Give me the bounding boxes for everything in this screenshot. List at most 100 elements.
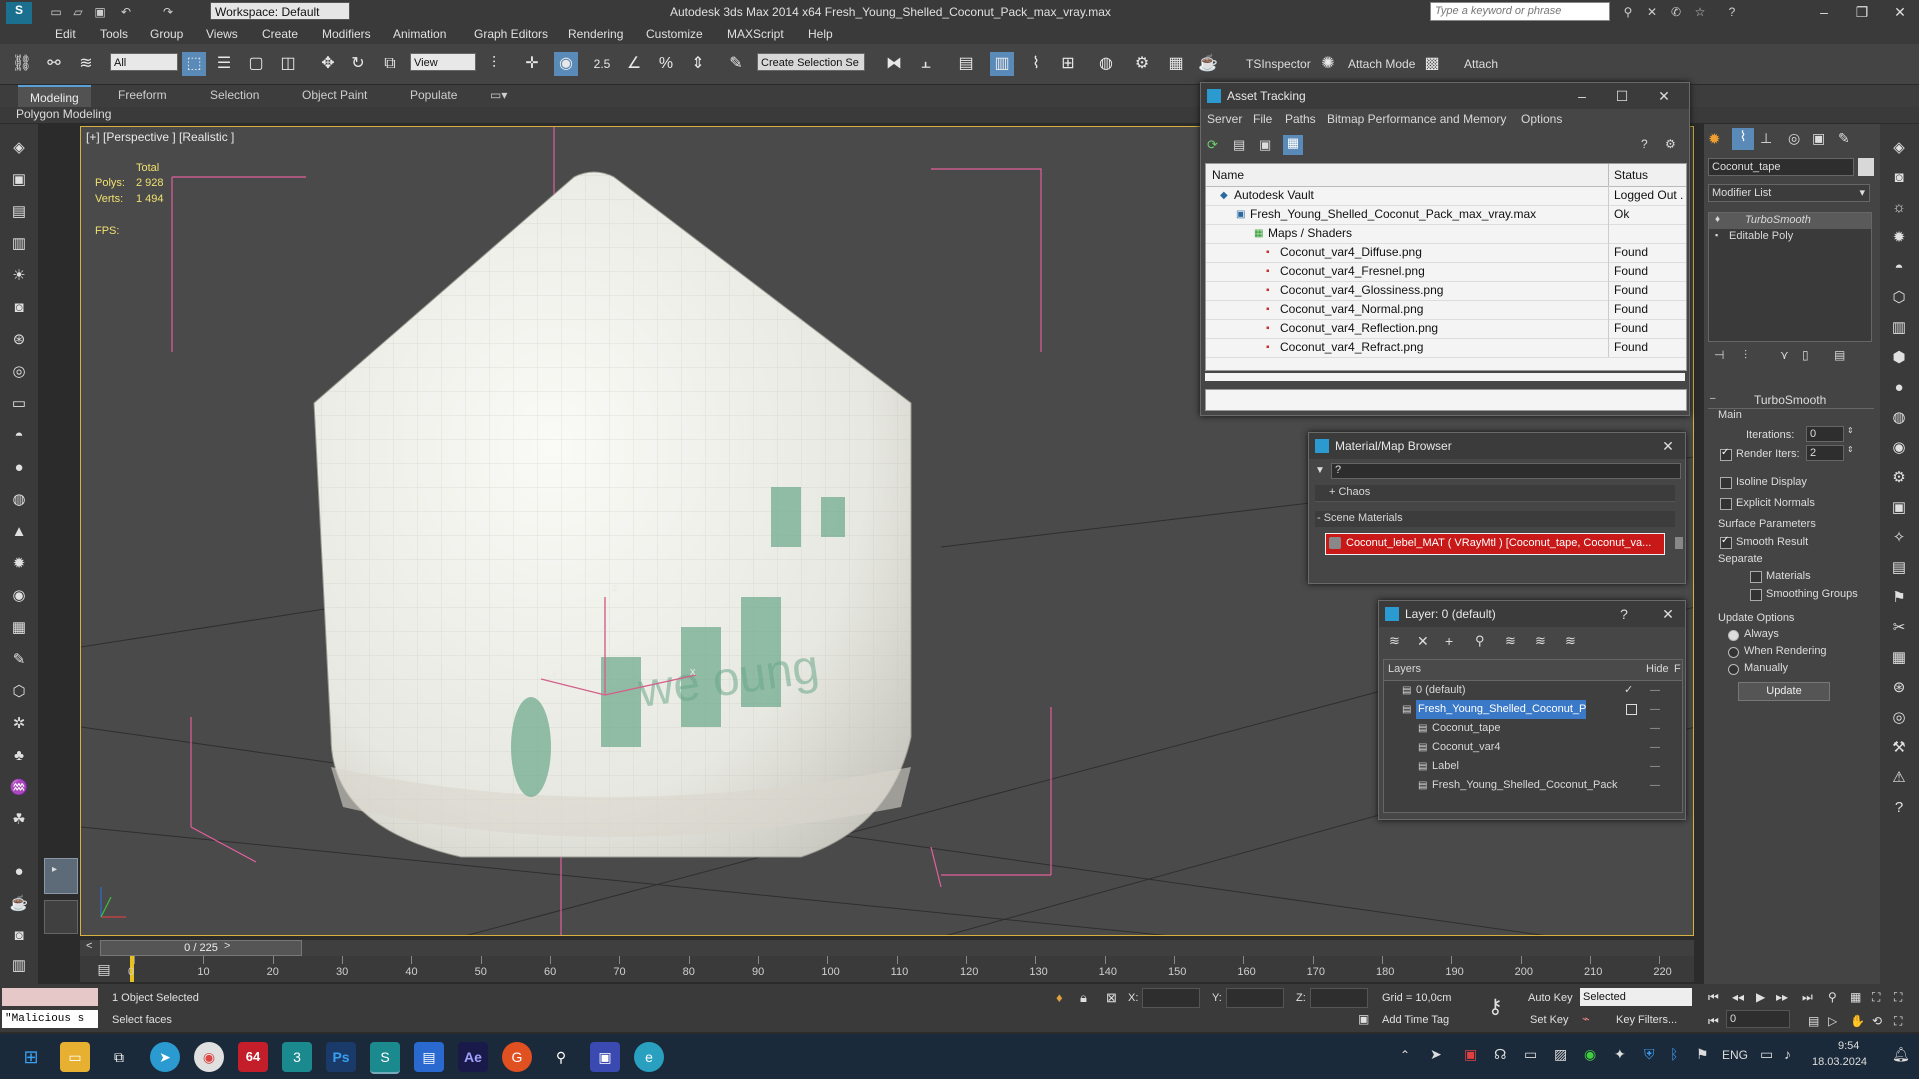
tray-telegram-icon[interactable]: ➤	[1430, 1046, 1442, 1063]
table-row[interactable]: ▪ Coconut_var4_Normal.png Found	[1206, 300, 1686, 320]
gitkraken-icon[interactable]: G	[502, 1042, 532, 1072]
render-iters-spinner[interactable]: 2	[1806, 445, 1844, 461]
smoothing-groups-checkbox[interactable]	[1750, 589, 1762, 601]
tray-app-icon[interactable]: ▣	[1464, 1046, 1477, 1063]
render-frame-icon[interactable]: ▦	[1164, 52, 1188, 76]
close-button[interactable]: ✕	[1880, 2, 1919, 22]
telegram-icon[interactable]: ➤	[150, 1042, 180, 1072]
menu-paths[interactable]: Paths	[1285, 112, 1316, 126]
link-icon[interactable]: ⛓	[10, 52, 34, 76]
asset-tracking-titlebar[interactable]: Asset Tracking – ☐ ✕	[1201, 83, 1689, 109]
group-chaos[interactable]: + Chaos	[1315, 485, 1675, 502]
menu-options[interactable]: Options	[1521, 112, 1562, 126]
prev-key-icon[interactable]: ◂◂	[1732, 990, 1744, 1004]
edit-named-selection-icon[interactable]: ✎	[724, 52, 748, 76]
menu-server[interactable]: Server	[1207, 112, 1242, 126]
window-crossing-icon[interactable]: ◫	[276, 52, 300, 76]
minimize-button[interactable]: –	[1804, 2, 1844, 22]
communication-icon[interactable]: ✆	[1668, 4, 1684, 20]
move-icon[interactable]: ✥	[316, 52, 340, 76]
shape-icon[interactable]: ◎	[7, 360, 31, 384]
thumbnail-view-icon[interactable]: ▣	[1259, 137, 1275, 153]
table-row[interactable]: ▪ Coconut_var4_Reflection.png Found	[1206, 319, 1686, 339]
hierarchy-tab-icon[interactable]: ⊥	[1760, 130, 1772, 147]
language-indicator[interactable]: ENG	[1722, 1048, 1748, 1062]
gear-icon[interactable]: ✺	[1316, 52, 1340, 76]
asset-hscrollbar[interactable]	[1205, 373, 1685, 381]
make-unique-icon[interactable]: ⋎	[1780, 348, 1789, 362]
update-when-rendering-radio[interactable]	[1728, 647, 1739, 658]
absolute-mode-icon[interactable]: ⊠	[1106, 990, 1117, 1006]
close-icon[interactable]: ✕	[1659, 605, 1677, 623]
layer-row[interactable]: ▤ Coconut_var4 —	[1384, 738, 1682, 757]
tray-flag-icon[interactable]: ⚑	[1696, 1046, 1709, 1063]
menu-customize[interactable]: Customize	[646, 27, 703, 41]
add-time-tag-button[interactable]: Add Time Tag	[1382, 1014, 1449, 1026]
prev-frame-icon[interactable]: <	[86, 940, 92, 952]
vray-physics-icon[interactable]: ⚠	[1887, 766, 1911, 790]
schematic-view-icon[interactable]: ⊞	[1056, 52, 1080, 76]
tray-image-icon[interactable]: ▨	[1554, 1046, 1567, 1063]
time-config-icon[interactable]: ▤	[1808, 1014, 1819, 1028]
x-coord-field[interactable]	[1142, 988, 1200, 1008]
table-row[interactable]: ▪ Coconut_var4_Diffuse.png Found	[1206, 243, 1686, 263]
show-end-result-icon[interactable]: ⫶	[1744, 348, 1747, 363]
create-tab-icon[interactable]: ✹	[1708, 130, 1721, 148]
helper-icon[interactable]: ⊛	[7, 328, 31, 352]
material-item[interactable]: Coconut_lebel_MAT ( VRayMtl ) [Coconut_t…	[1325, 533, 1665, 555]
maximize-viewport-icon[interactable]: ⛶	[1894, 1014, 1902, 1029]
vray-render-icon[interactable]: ⚙	[1887, 466, 1911, 490]
render-setup-icon[interactable]: ⚙	[1130, 52, 1154, 76]
layer-hide-toggle[interactable]: —	[1650, 776, 1660, 795]
select-in-layer-icon[interactable]: ⚲	[1475, 633, 1493, 651]
separate-materials-checkbox[interactable]	[1750, 571, 1762, 583]
modify-icon[interactable]: ▣	[7, 168, 31, 192]
geosphere-icon[interactable]: ◉	[7, 584, 31, 608]
chrome-icon[interactable]: ◉	[194, 1042, 224, 1072]
menu-maxscript[interactable]: MAXScript	[727, 27, 784, 41]
time-slider-thumb[interactable]: 0 / 225	[100, 940, 302, 956]
zoom-extents-all-icon[interactable]: ⛶	[1894, 990, 1902, 1005]
ribbon-options-icon[interactable]: ▭▾	[490, 88, 507, 102]
menu-animation[interactable]: Animation	[393, 27, 446, 41]
expand-plus-icon[interactable]: ▪	[1715, 230, 1718, 240]
menu-rendering[interactable]: Rendering	[568, 27, 623, 41]
iterations-spinner[interactable]: 0	[1806, 426, 1844, 442]
time-slider[interactable]: < 0 / 225 >	[80, 940, 1694, 956]
menu-group[interactable]: Group	[150, 27, 183, 41]
utilities-tab-icon[interactable]: ✎	[1838, 130, 1850, 147]
time-tag-icon[interactable]: ▣	[1358, 1012, 1369, 1026]
tab-object-paint[interactable]: Object Paint	[302, 88, 367, 102]
configure-sets-icon[interactable]: ▤	[1834, 348, 1845, 362]
vray-tools-icon[interactable]: ⚒	[1887, 736, 1911, 760]
vray-settings-icon[interactable]: ⚑	[1887, 586, 1911, 610]
menu-modifiers[interactable]: Modifiers	[322, 27, 371, 41]
trash-icon[interactable]: ▥	[7, 954, 31, 978]
ribbon-toggle-icon[interactable]: ▥	[990, 52, 1014, 76]
render-icon[interactable]: ☕	[1196, 52, 1220, 76]
vray-ies-icon[interactable]: ✧	[1887, 526, 1911, 550]
rect-selection-icon[interactable]: ▢	[244, 52, 268, 76]
stack-item-turbosmooth[interactable]: ♦ TurboSmooth	[1709, 213, 1871, 229]
tray-headset-icon[interactable]: ☊	[1494, 1046, 1506, 1063]
open-file-icon[interactable]: ▱	[70, 4, 86, 20]
col-name[interactable]: Name	[1212, 168, 1244, 182]
stack-item-editable-poly[interactable]: ▪ Editable Poly	[1709, 229, 1871, 245]
light-icon[interactable]: ☀	[7, 264, 31, 288]
redo-icon[interactable]: ↷	[160, 4, 176, 20]
update-always-radio[interactable]	[1728, 630, 1739, 641]
camera-icon[interactable]: ◙	[7, 296, 31, 320]
app-64-icon[interactable]: 64	[238, 1042, 268, 1072]
next-key-icon[interactable]: ▸▸	[1776, 990, 1788, 1004]
viewport-layout-quad-button[interactable]	[44, 900, 78, 934]
col-hide[interactable]: Hide	[1646, 663, 1669, 675]
layer-manager-icon[interactable]: ▤	[954, 52, 978, 76]
photoshop-icon[interactable]: Ps	[326, 1042, 356, 1072]
sphere-icon[interactable]: ●	[7, 456, 31, 480]
sun-icon[interactable]: ✹	[7, 552, 31, 576]
remove-modifier-icon[interactable]: ▯	[1802, 348, 1809, 362]
unlink-icon[interactable]: ⚯	[42, 52, 66, 76]
align-icon[interactable]: ⫠	[914, 52, 938, 76]
render-iters-checkbox[interactable]: ✓	[1720, 447, 1732, 461]
z-coord-field[interactable]	[1310, 988, 1368, 1008]
